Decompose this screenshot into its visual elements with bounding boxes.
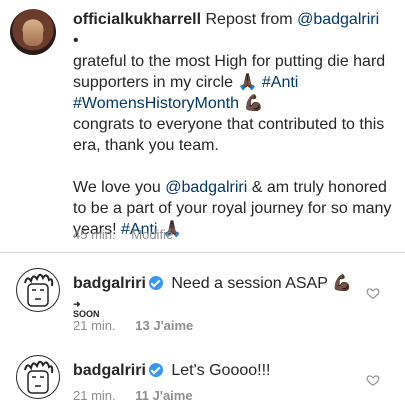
muscle-emoji: 💪🏿 xyxy=(243,95,264,112)
cartoon-face-icon xyxy=(24,273,54,307)
pray-emoji: 🙏🏿 xyxy=(237,74,258,91)
comment-meta: 21 min. 13 J'aime xyxy=(73,318,193,333)
like-heart-icon[interactable] xyxy=(366,286,380,300)
comment-time: 21 min. xyxy=(73,318,116,333)
soon-arrow: ➜ xyxy=(73,299,81,309)
comment-avatar[interactable] xyxy=(16,355,60,399)
muscle-emoji: 💪🏿 xyxy=(332,275,352,292)
caption-meta: 45 min. Modifié xyxy=(73,227,185,242)
comment-meta: 21 min. 11 J'aime xyxy=(73,388,193,403)
comment-body: badgalriri Let's Goooo!!! xyxy=(73,360,363,381)
caption-text: officialkukharrell Repost from @badgalri… xyxy=(73,9,398,240)
verified-icon xyxy=(148,276,163,290)
comment-username[interactable]: badgalriri xyxy=(73,275,146,292)
comment-username[interactable]: badgalriri xyxy=(73,362,146,379)
soon-arrow-icon: ➜ SOON xyxy=(73,299,100,319)
comment-text: Need a session ASAP xyxy=(171,275,328,292)
bullet: • xyxy=(73,32,79,49)
hashtag-womens-history-month[interactable]: #WomensHistoryMonth xyxy=(73,95,239,112)
edited-label: Modifié xyxy=(131,227,174,242)
divider xyxy=(0,252,405,253)
comment-likes[interactable]: 13 J'aime xyxy=(135,318,193,333)
caption-line2: congrats to everyone that contributed to… xyxy=(73,116,385,154)
mention-link[interactable]: @badgalriri xyxy=(165,179,247,196)
repost-label: Repost from xyxy=(201,11,298,28)
repost-handle-link[interactable]: @badgalriri xyxy=(297,11,379,28)
verified-icon xyxy=(148,363,163,377)
comment-time: 21 min. xyxy=(73,388,116,403)
comment-likes[interactable]: 11 J'aime xyxy=(135,388,192,403)
caption-line3a: We love you xyxy=(73,179,166,196)
avatar[interactable] xyxy=(10,9,56,55)
cartoon-face-icon xyxy=(24,360,54,394)
avatar-face xyxy=(23,20,43,46)
comment-body: badgalriri Need a session ASAP 💪🏿 ➜ SOON xyxy=(73,273,363,319)
hashtag-anti[interactable]: #Anti xyxy=(262,74,298,91)
like-heart-icon[interactable] xyxy=(366,373,380,387)
comment-text: Let's Goooo!!! xyxy=(171,362,271,379)
comment-avatar[interactable] xyxy=(16,268,60,312)
caption-line1: grateful to the most High for putting di… xyxy=(73,53,386,91)
caption-time: 45 min. xyxy=(73,227,116,242)
caption-username[interactable]: officialkukharrell xyxy=(73,11,201,28)
